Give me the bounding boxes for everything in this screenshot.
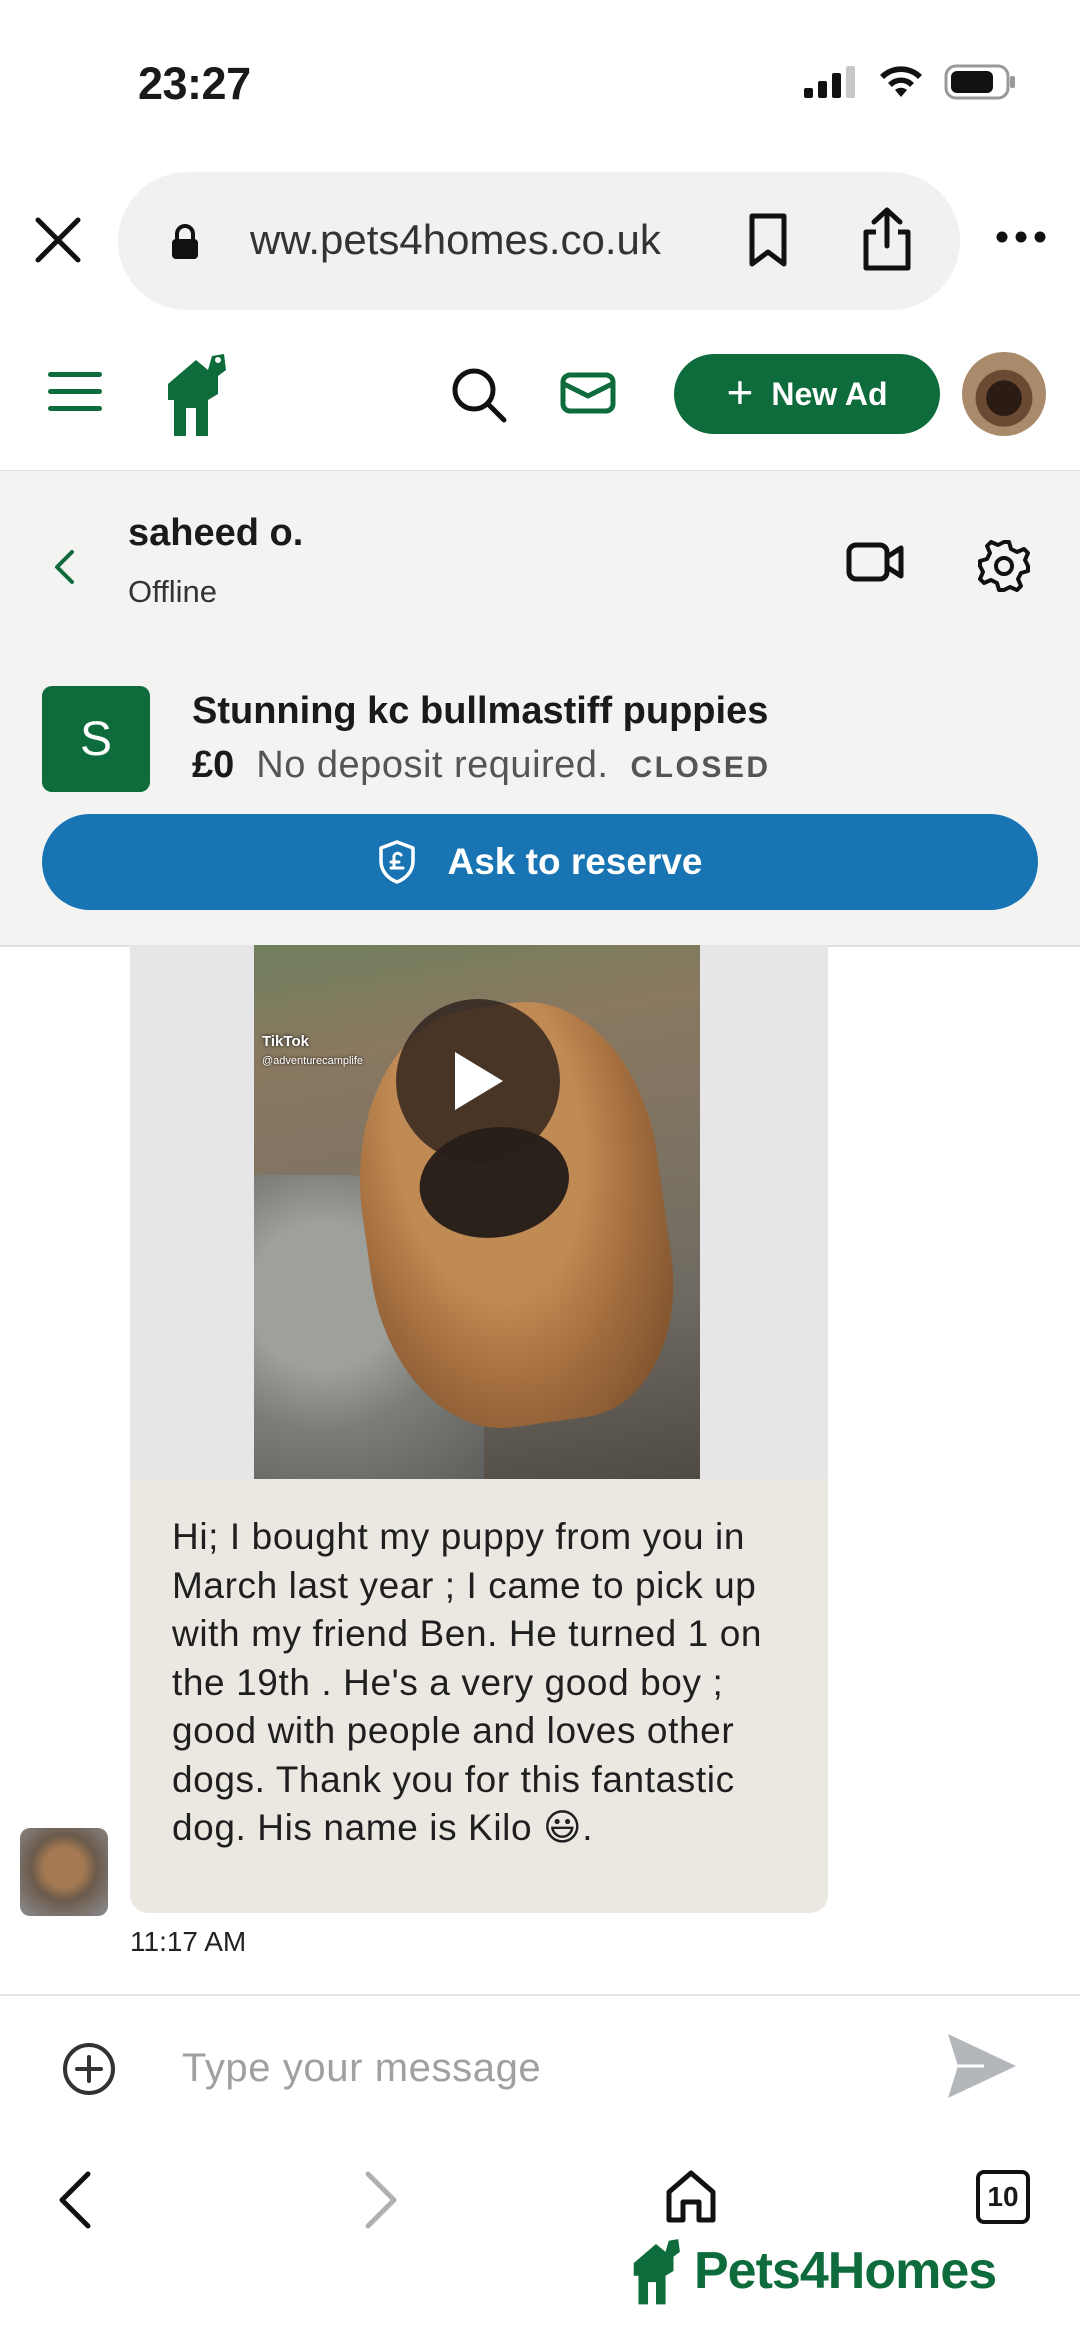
play-button[interactable] <box>396 999 560 1163</box>
message-time: 11:17 AM <box>130 1926 247 1957</box>
tabs-count-icon[interactable]: 10 <box>976 2170 1030 2224</box>
message-media: TikTok @adventurecamplife <box>130 945 828 1479</box>
conversation-header <box>0 470 1080 664</box>
tiktok-username: @adventurecamplife <box>262 1055 364 1067</box>
pets4homes-mark-icon <box>633 2239 680 2305</box>
back-icon[interactable] <box>54 2170 94 2235</box>
seller-status: Offline <box>128 574 218 609</box>
bookmark-icon[interactable] <box>746 212 790 273</box>
message-text: Hi; I bought my puppy from you in March … <box>172 1516 763 1848</box>
search-icon[interactable] <box>450 366 508 429</box>
pets4homes-logo-icon[interactable] <box>160 350 232 443</box>
back-chevron-icon[interactable] <box>52 548 76 591</box>
message-bubble: TikTok @adventurecamplife Hi; I bought m… <box>130 945 828 1913</box>
menu-icon[interactable] <box>48 372 102 423</box>
ask-to-reserve-button[interactable]: Ask to reserve <box>42 814 1038 910</box>
brand-name: Pets4Homes <box>694 2242 997 2300</box>
gear-icon[interactable] <box>976 538 1032 599</box>
new-ad-button[interactable]: + New Ad <box>674 354 940 434</box>
shield-pound-icon <box>379 840 416 884</box>
new-ad-label: New Ad <box>771 375 888 412</box>
url-text[interactable]: ww.pets4homes.co.uk <box>250 216 661 264</box>
user-avatar[interactable] <box>962 352 1046 436</box>
more-icon[interactable] <box>996 230 1046 248</box>
listing-status-badge: CLOSED <box>630 751 771 784</box>
reserve-label: Ask to reserve <box>447 841 703 882</box>
video-thumbnail[interactable]: TikTok @adventurecamplife <box>254 945 700 1479</box>
share-icon[interactable] <box>860 206 914 277</box>
play-icon <box>455 1052 503 1110</box>
battery-icon <box>944 64 1015 100</box>
brand-wordmark: Pets4Homes <box>626 2236 997 2306</box>
wifi-icon <box>880 66 922 97</box>
status-time: 23:27 <box>138 58 251 109</box>
sender-avatar[interactable] <box>20 1828 108 1916</box>
add-attachment-icon[interactable] <box>62 2042 116 2101</box>
message-input[interactable] <box>182 2040 902 2096</box>
mail-icon[interactable] <box>560 372 616 419</box>
forward-icon[interactable] <box>362 2170 402 2235</box>
plus-icon: + <box>726 366 754 418</box>
listing-deposit: No deposit required. <box>256 744 609 786</box>
home-icon[interactable] <box>664 2168 718 2229</box>
close-icon[interactable] <box>30 212 86 268</box>
listing-price: £0 <box>192 744 235 786</box>
send-icon[interactable] <box>944 2030 1020 2107</box>
seller-name: saheed o. <box>128 512 304 554</box>
listing-price-row: £0 No deposit required. CLOSED <box>192 744 771 787</box>
tiktok-watermark: TikTok <box>262 1033 309 1050</box>
status-icons <box>804 64 1016 100</box>
video-call-icon[interactable] <box>846 540 904 589</box>
cellular-signal-icon <box>804 66 855 98</box>
listing-title[interactable]: Stunning kc bullmastiff puppies <box>192 690 768 733</box>
listing-avatar[interactable]: S <box>42 686 150 792</box>
lock-icon <box>170 224 200 265</box>
